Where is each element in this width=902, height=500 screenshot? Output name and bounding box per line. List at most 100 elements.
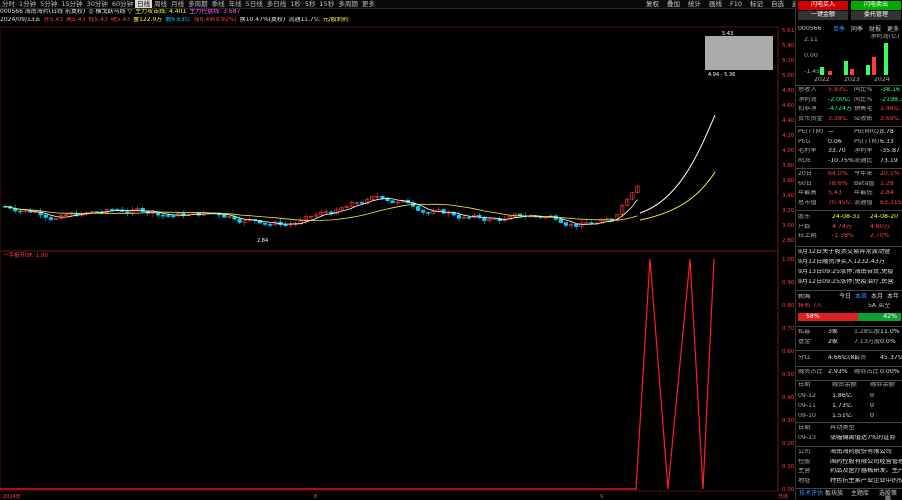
info-row: 基金 2家 7.13万股 0.0%: [798, 339, 902, 348]
info-cell: -35.87: [880, 148, 900, 154]
toolbar-button[interactable]: 返回: [788, 0, 795, 9]
time-axis-label: 2024年: [3, 493, 21, 500]
period-tab[interactable]: 日线: [135, 0, 153, 8]
projection-curve-yellow: [639, 171, 716, 221]
period-tab[interactable]: 多日线: [265, 0, 289, 8]
info-row: 09-12 1.86亿 0: [798, 393, 902, 402]
divider: [796, 290, 902, 291]
info-row: 公司 海南海药股份有限公司: [798, 449, 902, 458]
fin-tab[interactable]: 单季: [830, 26, 848, 35]
info-cell: 货币资金: [798, 115, 823, 122]
info-cell: 今年来: [854, 171, 873, 177]
info-cell: 09-12: [798, 393, 816, 399]
info-field: 主力攻击线: 4.401: [135, 9, 187, 15]
toolbar-button[interactable]: F10: [726, 0, 746, 9]
info-cell: 年最高: [798, 190, 817, 196]
price-axis-label: 5.00: [782, 73, 795, 79]
info-row: 60日 78.6% Beta值 1.28: [798, 181, 902, 190]
toolbar-button[interactable]: 自选: [767, 0, 788, 9]
info-field: 低5.43: [88, 17, 108, 23]
period-tab[interactable]: 30分钟: [85, 0, 110, 8]
price-panel-border: [0, 26, 779, 252]
info-cell: 日期: [798, 382, 811, 388]
info-field: 元/股制药: [322, 17, 349, 23]
info-cell: 海南海药股份有限公司: [830, 449, 892, 455]
info-field: 主力控盘线: 3.687: [189, 9, 241, 15]
time-axis-label: 日线: [778, 493, 788, 500]
period-tab[interactable]: 多周期: [186, 0, 210, 8]
info-cell: 流通值: [854, 199, 873, 206]
quick-trade-button[interactable]: 委托管理: [851, 11, 901, 20]
period-tab[interactable]: 季线: [210, 0, 227, 8]
news-item[interactable]: 9月12日融资净买入1232.43万: [798, 259, 902, 268]
news-item[interactable]: 9月12日关于股票交易异常波动暨: [798, 249, 902, 258]
mini-chart-bar: [850, 69, 854, 75]
candle-body: [415, 206, 421, 211]
info-cell: 1.51亿: [832, 413, 852, 419]
period-tab[interactable]: 1秒: [288, 0, 303, 8]
period-tab[interactable]: 5分钟: [38, 0, 59, 8]
period-tab[interactable]: 周线: [152, 0, 169, 8]
info-field: 量122.0万: [133, 17, 163, 23]
quick-trade-button[interactable]: 一键金额: [798, 11, 848, 20]
period-tab[interactable]: 分时: [0, 0, 17, 8]
info-cell: 总收入: [798, 87, 817, 93]
info-cell: 同比%: [854, 87, 873, 93]
period-tab[interactable]: 60分钟: [110, 0, 135, 8]
period-tab[interactable]: 月线: [169, 0, 186, 8]
info-cell: 3.38亿: [828, 115, 848, 122]
toolbar-button[interactable]: 标记: [746, 0, 767, 9]
info-cell: -2198.34: [880, 96, 902, 103]
news-item[interactable]: 9月13日09:25涨停:海南自贸,免疫: [798, 269, 902, 278]
price-axis-label: 5.40: [782, 43, 795, 49]
fin-tab[interactable]: 同季: [848, 26, 866, 35]
toolbar-button[interactable]: 画线: [705, 0, 726, 9]
price-axis-label: 3.80: [782, 163, 795, 169]
footer-tab[interactable]: 主题库: [848, 490, 872, 499]
info-row: 主营 药品及医疗器械研发、生产: [798, 468, 902, 477]
divider: [796, 210, 902, 211]
news-item[interactable]: 9月12日09:25涨停:免疫治疗,民营: [798, 279, 902, 288]
candle-body: [268, 224, 273, 226]
toolbar-button[interactable]: 复权: [642, 0, 663, 9]
indicator-axis-label: 0.40: [782, 395, 795, 401]
candle-body: [166, 215, 171, 217]
chart-area: 5.61 5.40 5.20 5.00 4.80 4.60 4.40 4.20 4.00 3.80…: [0, 26, 795, 500]
period-tab[interactable]: 15分钟: [59, 0, 84, 8]
price-axis-label: 4.60: [782, 103, 795, 109]
info-row: 总市值 70.45亿 流通值 63.31亿: [798, 200, 902, 209]
period-tab[interactable]: 5日线: [244, 0, 265, 8]
info-field: 换10.47%(复权): [239, 17, 286, 23]
info-cell: 0.00%: [880, 369, 900, 375]
info-cell: 涨幅偏离值达7%的证券: [830, 435, 896, 441]
period-tab[interactable]: 15秒: [318, 0, 337, 8]
indicator-axis-label: 0.80: [782, 303, 795, 309]
toolbar-button[interactable]: 统计: [684, 0, 705, 9]
candle-body: [359, 202, 365, 204]
info-cell: 户数: [798, 223, 811, 230]
footer-tab[interactable]: 板块族: [822, 490, 846, 499]
candle-body: [563, 222, 569, 226]
info-cell: 4.66亿(8): [828, 355, 857, 361]
period-tab[interactable]: 多周期: [336, 0, 360, 8]
toolbar-button[interactable]: 叠加: [663, 0, 684, 9]
info-cell: 融券占比: [854, 369, 879, 375]
candle-body: [456, 214, 462, 219]
period-tab[interactable]: 5秒: [303, 0, 318, 8]
candle-body: [171, 215, 176, 218]
divider: [796, 126, 902, 127]
period-tab[interactable]: 年线: [227, 0, 244, 8]
info-cell: 33.70: [828, 148, 846, 154]
period-tab[interactable]: 1分钟: [17, 0, 38, 8]
quick-trade-button[interactable]: 闪电卖出: [851, 1, 901, 10]
divider: [796, 366, 902, 367]
quick-trade-button[interactable]: 闪电买入: [798, 1, 848, 10]
info-cell: 药品及医疗器械研发、生产: [830, 468, 902, 474]
info-cell: 地址: [798, 477, 811, 484]
footer-tab[interactable]: 选股策略: [874, 490, 902, 500]
period-tab[interactable]: 更多: [360, 0, 377, 8]
info-cell: 73.19: [880, 157, 898, 164]
mini-chart-bar: [844, 61, 848, 75]
info-field: 开5.43: [43, 17, 63, 23]
candle-body: [94, 211, 99, 213]
